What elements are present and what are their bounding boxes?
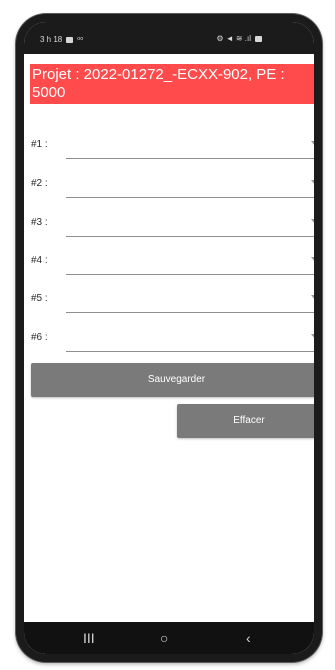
chevron-down-icon bbox=[311, 257, 314, 262]
row-6: #6 : bbox=[24, 325, 314, 355]
home-icon[interactable]: ○ bbox=[160, 630, 168, 646]
back-icon[interactable]: ‹ bbox=[246, 630, 251, 646]
battery-icon bbox=[255, 35, 262, 42]
row-label: #4 : bbox=[31, 255, 48, 266]
status-left: 3 h 18 ᵒᵒ bbox=[40, 35, 83, 44]
project-title: Projet : 2022-01272_-ECXX-902, PE : 5000 bbox=[32, 66, 285, 101]
chevron-down-icon bbox=[311, 295, 314, 300]
navigation-bar: III ○ ‹ bbox=[24, 622, 314, 654]
chevron-down-icon bbox=[311, 141, 314, 146]
row-label: #5 : bbox=[31, 293, 48, 304]
status-right: ⚙ ◄ ≋ .ıl bbox=[216, 34, 262, 43]
chevron-down-icon bbox=[311, 219, 314, 224]
row-1: #1 : bbox=[24, 132, 314, 162]
row-label: #3 : bbox=[31, 217, 48, 228]
status-time: 3 h 18 bbox=[40, 35, 63, 44]
recent-apps-icon[interactable]: III bbox=[83, 630, 95, 646]
status-indicators: ⚙ ◄ ≋ .ıl bbox=[216, 34, 251, 43]
status-bar: 3 h 18 ᵒᵒ ⚙ ◄ ≋ .ıl bbox=[24, 22, 314, 54]
voicemail-icon: ᵒᵒ bbox=[77, 35, 84, 44]
notification-icon bbox=[66, 36, 74, 43]
dropdown-4[interactable] bbox=[66, 248, 314, 275]
row-4: #4 : bbox=[24, 248, 314, 278]
screen: 3 h 18 ᵒᵒ ⚙ ◄ ≋ .ıl Projet : 2022-01272_… bbox=[24, 22, 314, 654]
row-3: #3 : bbox=[24, 210, 314, 240]
save-button[interactable]: Sauvegarder bbox=[31, 363, 314, 397]
row-label: #2 : bbox=[31, 178, 48, 189]
clear-button[interactable]: Effacer bbox=[177, 404, 314, 438]
phone-frame: 3 h 18 ᵒᵒ ⚙ ◄ ≋ .ıl Projet : 2022-01272_… bbox=[16, 14, 322, 662]
dropdown-5[interactable] bbox=[66, 286, 314, 313]
row-5: #5 : bbox=[24, 286, 314, 316]
row-2: #2 : bbox=[24, 171, 314, 201]
project-header: Projet : 2022-01272_-ECXX-902, PE : 5000 bbox=[30, 64, 314, 104]
row-label: #1 : bbox=[31, 139, 48, 150]
dropdown-3[interactable] bbox=[66, 210, 314, 237]
chevron-down-icon bbox=[311, 334, 314, 339]
chevron-down-icon bbox=[311, 180, 314, 185]
dropdown-6[interactable] bbox=[66, 325, 314, 352]
row-label: #6 : bbox=[31, 332, 48, 343]
dropdown-1[interactable] bbox=[66, 132, 314, 159]
dropdown-2[interactable] bbox=[66, 171, 314, 198]
